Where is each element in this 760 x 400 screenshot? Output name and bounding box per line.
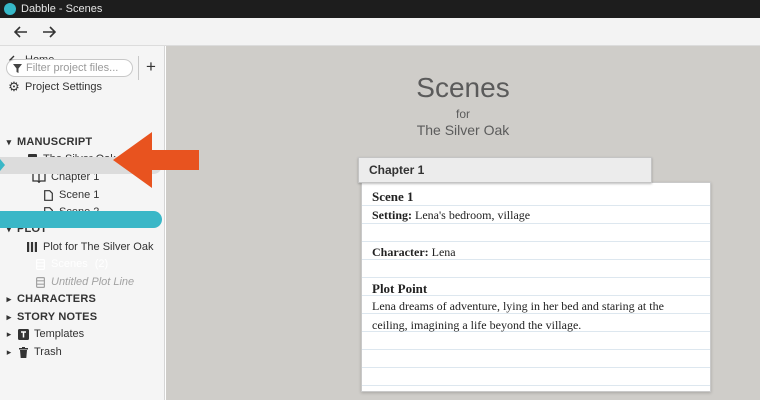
scenes-list-icon <box>34 275 46 289</box>
setting-value: Lena's bedroom, village <box>412 208 531 222</box>
trash-label: Trash <box>34 346 62 358</box>
project-settings-label: Project Settings <box>25 81 103 93</box>
chevron-right-icon: ▸ <box>6 328 12 339</box>
window-title: Dabble - Scenes <box>21 3 103 15</box>
page-title: Scenes <box>416 72 510 103</box>
characters-label: CHARACTERS <box>17 293 96 305</box>
callout-arrow-icon <box>113 132 199 188</box>
sidebar-item-untitled-plot-line[interactable]: Untitled Plot Line <box>0 273 165 291</box>
scenes-count: (2) <box>94 258 109 270</box>
book-title: The Silver Oak <box>416 122 510 138</box>
plot-item-label: Plot for The Silver Oak <box>43 241 154 253</box>
plot-point-line-2: ceiling, imagining a life beyond the vil… <box>372 318 582 332</box>
selection-caret-icon <box>0 159 5 171</box>
add-button[interactable]: + <box>143 57 159 77</box>
plot-columns-icon <box>26 240 38 254</box>
section-story-notes[interactable]: ▸ STORY NOTES <box>0 308 165 326</box>
sidebar-item-scenes[interactable]: Scenes (2) <box>0 255 165 273</box>
ruled-line <box>362 277 710 278</box>
chevron-right-icon: ▸ <box>6 346 12 357</box>
ruled-line <box>362 205 710 206</box>
sidebar-item-templates[interactable]: ▸ Templates <box>0 325 165 343</box>
ruled-line <box>362 223 710 224</box>
gear-icon: ⚙ <box>8 79 20 94</box>
trash-icon <box>17 345 29 359</box>
active-row-highlight <box>0 211 162 228</box>
filter-icon <box>13 63 22 73</box>
chevron-right-icon: ▸ <box>6 311 12 322</box>
dabble-logo-icon <box>4 3 16 15</box>
arrow-left-icon <box>14 25 27 38</box>
templates-label: Templates <box>34 328 85 340</box>
manuscript-label: MANUSCRIPT <box>17 136 93 148</box>
filter-input[interactable] <box>26 62 126 74</box>
scenes-list-icon <box>34 257 46 271</box>
for-label: for <box>455 107 470 121</box>
sidebar-item-plot[interactable]: Plot for The Silver Oak <box>0 238 165 256</box>
character-field: Character: Lena <box>372 245 456 260</box>
back-button[interactable] <box>10 21 32 43</box>
filter-box <box>6 59 133 77</box>
plot-point-label: Plot Point <box>372 281 428 296</box>
navigation-bar <box>0 18 760 46</box>
story-notes-label: STORY NOTES <box>17 311 98 323</box>
document-icon <box>42 188 54 202</box>
ruled-line <box>362 241 710 242</box>
sidebar-project-settings[interactable]: ⚙ Project Settings <box>0 78 165 96</box>
setting-label: Setting: <box>372 208 412 222</box>
scene-1-label: Scene 1 <box>59 189 100 201</box>
template-icon <box>17 327 29 341</box>
character-value: Lena <box>428 245 456 259</box>
ruled-line <box>362 385 710 386</box>
window-titlebar: Dabble - Scenes <box>0 0 760 18</box>
plot-point-line-1: Lena dreams of adventure, lying in her b… <box>372 299 664 313</box>
scene-title: Scene 1 <box>372 189 414 204</box>
chevron-right-icon: ▸ <box>6 293 12 304</box>
character-label: Character: <box>372 245 429 259</box>
ruled-line <box>362 367 710 368</box>
ruled-line <box>362 349 710 350</box>
filter-divider <box>138 56 139 80</box>
forward-button[interactable] <box>38 21 60 43</box>
untitled-plot-line-label: Untitled Plot Line <box>51 276 135 288</box>
chapter-header[interactable]: Chapter 1 <box>358 157 652 183</box>
section-characters[interactable]: ▸ CHARACTERS <box>0 290 165 308</box>
arrow-right-icon <box>43 25 56 38</box>
chevron-down-icon: ▾ <box>6 136 12 147</box>
sidebar-item-trash[interactable]: ▸ Trash <box>0 343 165 361</box>
scene-card[interactable]: Scene 1 Setting: Lena's bedroom, village… <box>361 182 711 392</box>
scenes-label: Scenes <box>51 258 88 270</box>
setting-field: Setting: Lena's bedroom, village <box>372 208 530 223</box>
